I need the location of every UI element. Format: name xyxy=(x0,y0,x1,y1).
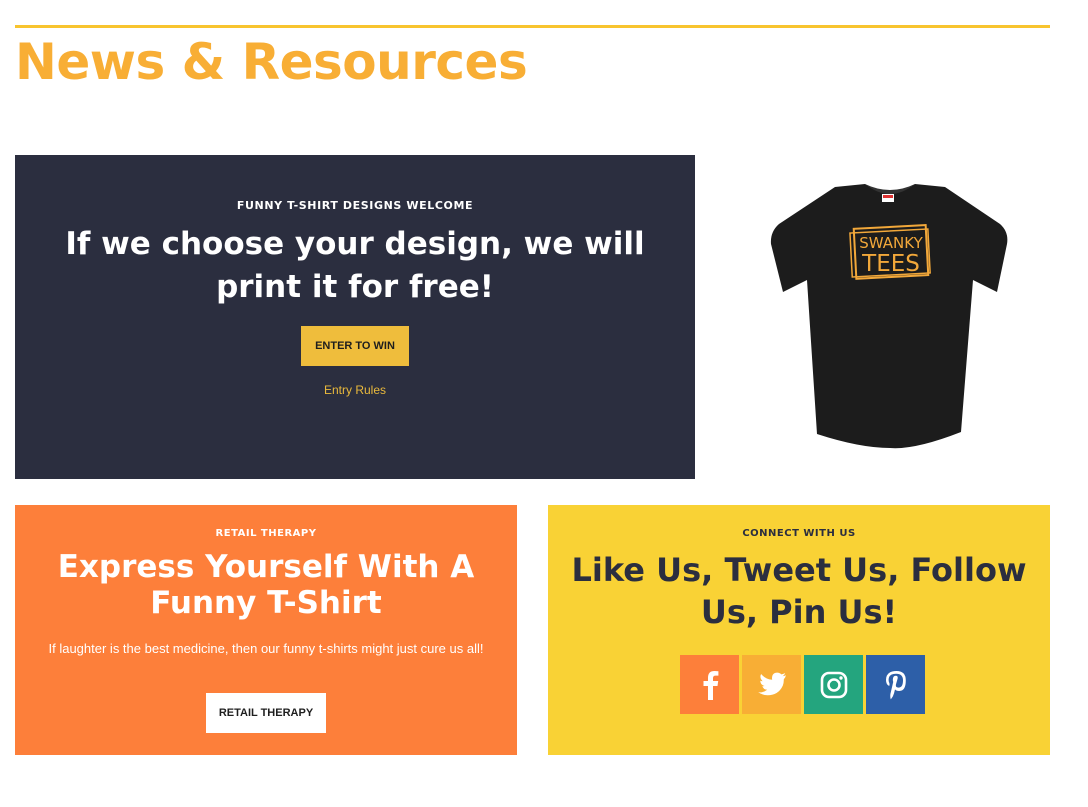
card-headline: Like Us, Tweet Us, Follow Us, Pin Us! xyxy=(571,551,1027,631)
card-body: If laughter is the best medicine, then o… xyxy=(48,641,484,656)
social-links xyxy=(680,655,925,714)
banner-eyebrow: FUNNY T-SHIRT DESIGNS WELCOME xyxy=(236,199,474,212)
banner-headline: If we choose your design, we will print … xyxy=(65,226,645,305)
instagram-button[interactable] xyxy=(804,655,863,714)
page-title: News & Resources xyxy=(15,33,528,91)
enter-to-win-button[interactable]: ENTER TO WIN xyxy=(301,326,409,366)
retail-therapy-button[interactable]: RETAIL THERAPY xyxy=(206,693,326,733)
facebook-icon xyxy=(703,670,718,700)
card-eyebrow: CONNECT WITH US xyxy=(742,528,856,539)
social-connect-card: CONNECT WITH US Like Us, Tweet Us, Follo… xyxy=(548,505,1050,755)
twitter-icon xyxy=(757,672,786,695)
card-headline: Express Yourself With A Funny T-Shirt xyxy=(57,549,475,621)
retail-therapy-card: RETAIL THERAPY Express Yourself With A F… xyxy=(15,505,517,755)
pinterest-button[interactable] xyxy=(866,655,925,714)
instagram-icon xyxy=(820,671,847,698)
card-eyebrow: RETAIL THERAPY xyxy=(215,528,317,539)
facebook-button[interactable] xyxy=(680,655,739,714)
shirt-print-line2: TEES xyxy=(861,251,920,277)
t-shirt-image: SWANKY TEES xyxy=(765,182,1015,457)
section-divider xyxy=(15,25,1050,28)
shirt-print-line1: SWANKY xyxy=(859,234,923,252)
pinterest-icon xyxy=(885,670,906,699)
contest-banner: FUNNY T-SHIRT DESIGNS WELCOME If we choo… xyxy=(15,155,695,479)
twitter-button[interactable] xyxy=(742,655,801,714)
entry-rules-link[interactable]: Entry Rules xyxy=(15,383,695,397)
